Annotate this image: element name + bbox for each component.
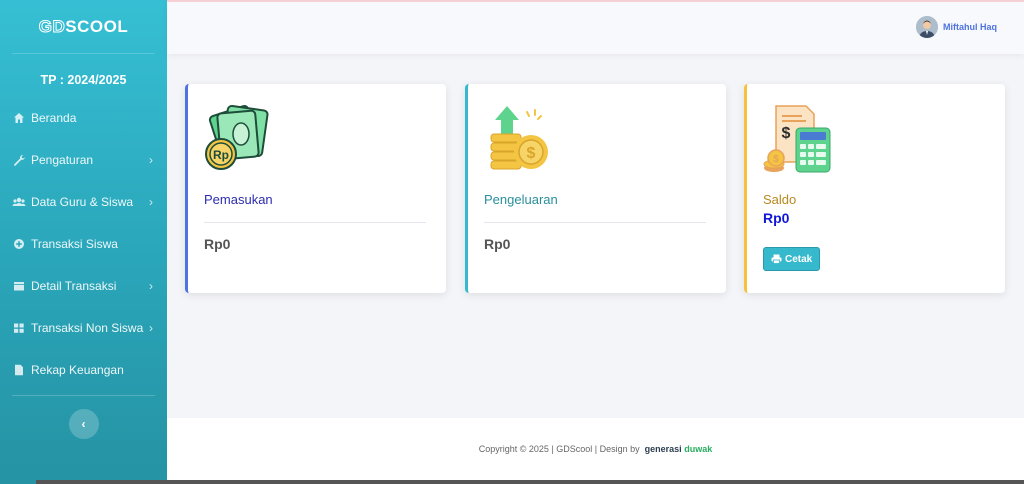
footer-brand-part1: generasi bbox=[644, 444, 682, 454]
footer-brand-part2: duwak bbox=[684, 444, 713, 454]
brand[interactable]: GDSCOOL bbox=[12, 0, 155, 54]
sidebar-item-label: Data Guru & Siswa bbox=[31, 195, 134, 209]
copyright-text: Copyright © 2025 | GDScool | Design by bbox=[478, 444, 640, 454]
footer: Copyright © 2025 | GDScool | Design by g… bbox=[167, 418, 1024, 480]
chevron-right-icon: › bbox=[149, 279, 153, 293]
saldo-value: Rp0 bbox=[763, 210, 790, 226]
divider bbox=[484, 222, 706, 223]
calculator-icon: $ $ bbox=[762, 102, 832, 174]
brand-logo-part1: GD bbox=[38, 16, 66, 36]
svg-text:$: $ bbox=[773, 154, 779, 165]
bottom-border bbox=[36, 480, 1024, 484]
divider bbox=[204, 222, 426, 223]
card-title: Saldo bbox=[763, 192, 797, 207]
svg-text:$: $ bbox=[527, 145, 536, 162]
sidebar-divider bbox=[12, 395, 155, 396]
sidebar-item-label: Rekap Keuangan bbox=[31, 363, 124, 377]
user-name: Miftahul Haq bbox=[943, 22, 997, 32]
pengeluaran-card: $ Pengeluaran Rp0 bbox=[465, 84, 726, 293]
sidebar-item-transaksi-siswa[interactable]: Transaksi Siswa bbox=[0, 223, 167, 265]
brand-logo[interactable]: GDSCOOL bbox=[38, 16, 129, 37]
printer-icon bbox=[771, 254, 782, 264]
sidebar-item-label: Beranda bbox=[31, 111, 77, 125]
saldo-card: $ $ Saldo Rp0 Cetak bbox=[744, 84, 1005, 293]
sidebar-item-transaksi-non-siswa[interactable]: Transaksi Non Siswa › bbox=[0, 307, 167, 349]
home-icon bbox=[12, 111, 26, 125]
grid-icon bbox=[12, 321, 26, 335]
card-title: Pengeluaran bbox=[484, 192, 558, 207]
school-year-label: TP : 2024/2025 bbox=[40, 73, 127, 87]
print-button[interactable]: Cetak bbox=[763, 247, 821, 271]
sidebar-item-pengaturan[interactable]: Pengaturan › bbox=[0, 139, 167, 181]
file-icon bbox=[12, 363, 26, 377]
sidebar-item-detail-transaksi[interactable]: Detail Transaksi › bbox=[0, 265, 167, 307]
user-menu[interactable]: Miftahul Haq bbox=[916, 16, 997, 38]
users-icon bbox=[12, 195, 26, 209]
footer-brand-link[interactable]: generasi duwak bbox=[645, 444, 713, 454]
pemasukan-card: Rp Pemasukan Rp0 bbox=[185, 84, 446, 293]
chevron-right-icon: › bbox=[149, 195, 153, 209]
print-button-label: Cetak bbox=[785, 253, 813, 265]
pemasukan-value: Rp0 bbox=[204, 236, 231, 252]
wrench-icon bbox=[12, 153, 26, 167]
table-icon bbox=[12, 279, 26, 293]
money-icon: Rp bbox=[203, 102, 273, 174]
svg-text:Rp: Rp bbox=[213, 148, 229, 162]
sidebar: GDSCOOL TP : 2024/2025 Beranda Pengatura… bbox=[0, 0, 167, 484]
sidebar-item-label: Detail Transaksi bbox=[31, 279, 117, 293]
sidebar-item-label: Transaksi Non Siswa bbox=[31, 321, 144, 335]
sidebar-item-data-guru-siswa[interactable]: Data Guru & Siswa › bbox=[0, 181, 167, 223]
svg-text:$: $ bbox=[782, 125, 791, 142]
brand-logo-part2: SCOOL bbox=[65, 16, 129, 36]
coins-arrow-icon: $ bbox=[483, 102, 553, 174]
sidebar-toggle-button[interactable]: ‹ bbox=[68, 409, 99, 439]
sidebar-item-label: Pengaturan bbox=[31, 153, 94, 167]
avatar bbox=[916, 16, 938, 38]
chevron-right-icon: › bbox=[149, 321, 153, 335]
plus-circle-icon bbox=[12, 237, 26, 251]
sidebar-nav: Beranda Pengaturan › Data Guru & Siswa ›… bbox=[0, 97, 167, 391]
chevron-right-icon: › bbox=[149, 153, 153, 167]
sidebar-item-label: Transaksi Siswa bbox=[31, 237, 118, 251]
sidebar-item-beranda[interactable]: Beranda bbox=[0, 97, 167, 139]
card-title: Pemasukan bbox=[204, 192, 273, 207]
topbar: Miftahul Haq bbox=[167, 0, 1024, 54]
pengeluaran-value: Rp0 bbox=[484, 236, 511, 252]
sidebar-item-rekap-keuangan[interactable]: Rekap Keuangan bbox=[0, 349, 167, 391]
